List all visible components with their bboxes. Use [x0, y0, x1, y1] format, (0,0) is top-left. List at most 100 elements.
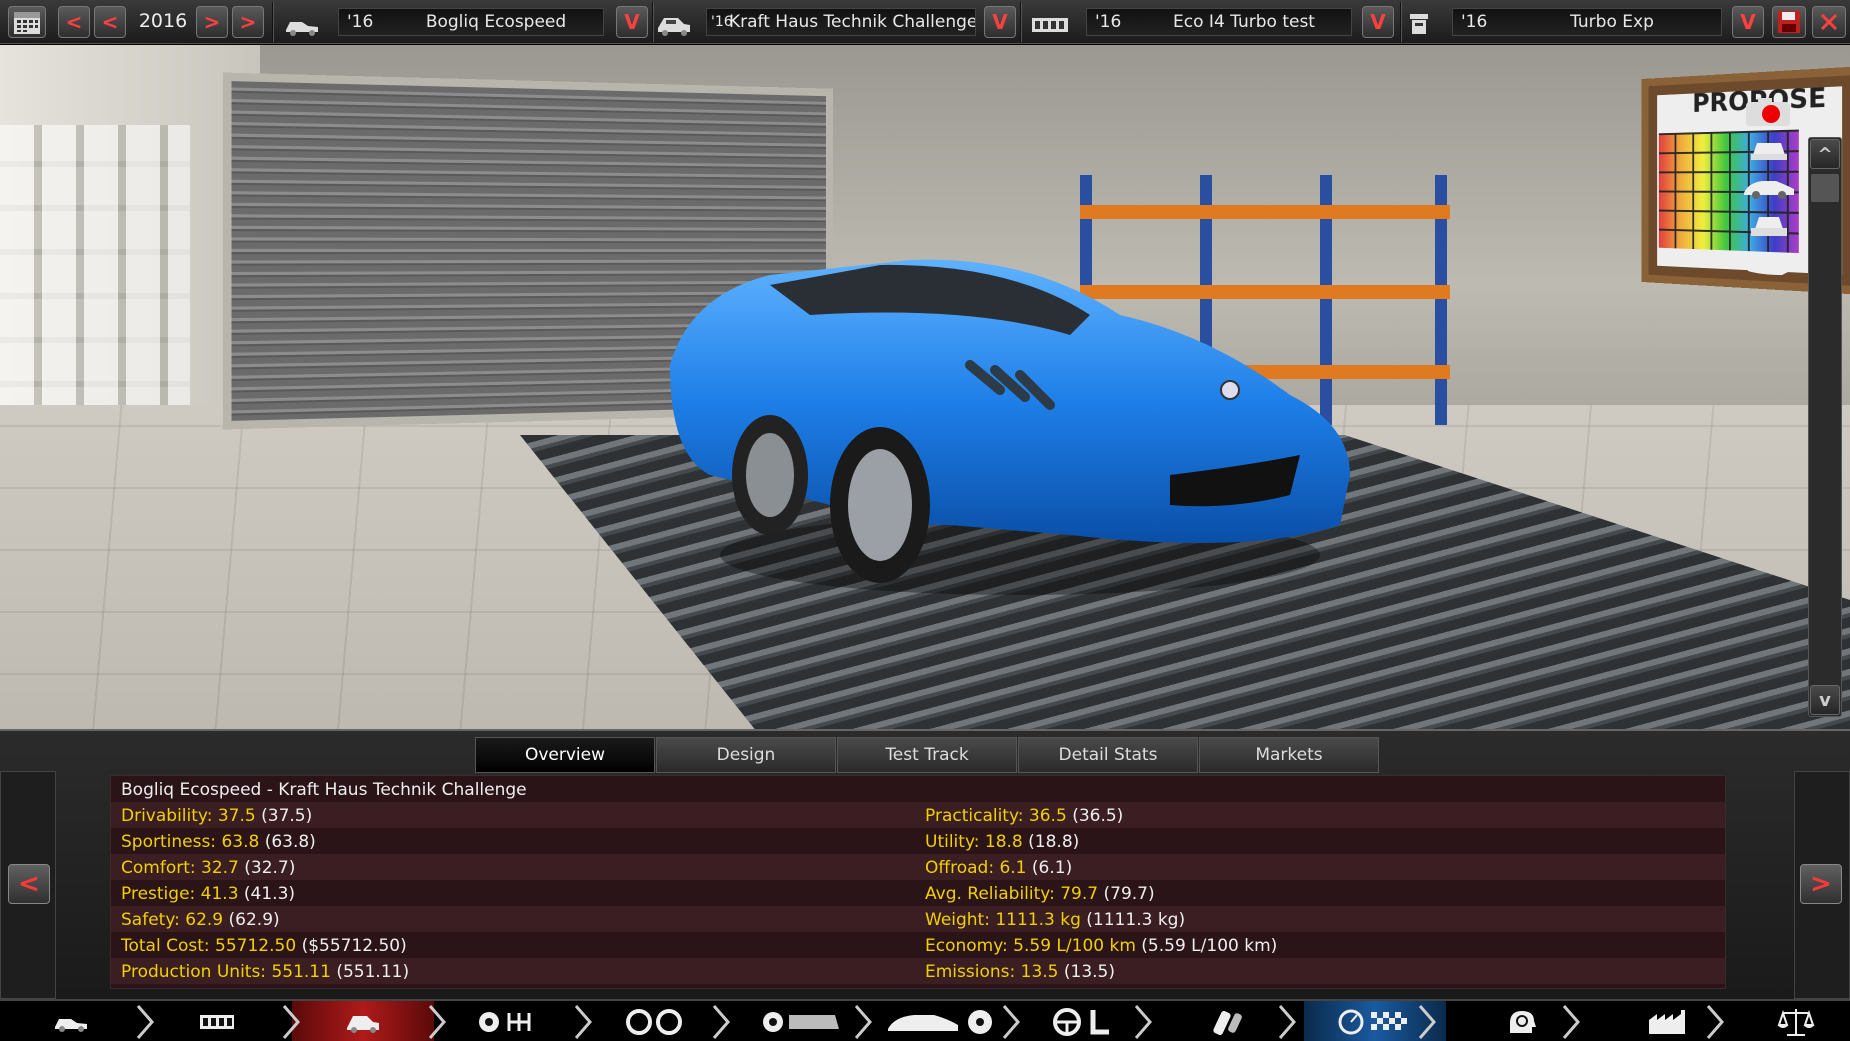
- engine-variant-icon: [1410, 14, 1428, 34]
- scroll-thumb[interactable]: [1811, 174, 1839, 202]
- nav-body[interactable]: [730, 1001, 872, 1041]
- engine-dropdown-button[interactable]: V: [1362, 6, 1394, 38]
- chevron-right-icon: [282, 1005, 300, 1039]
- trim-name: Kraft Haus Technik Challenge: [729, 12, 975, 32]
- trim-year: '16: [711, 14, 733, 30]
- chevron-right-icon: [854, 1005, 872, 1039]
- car-side-view-icon: [1744, 181, 1794, 199]
- nav-interior[interactable]: [1012, 1001, 1154, 1041]
- nav-drivetrain[interactable]: [438, 1001, 580, 1041]
- chevron-right-icon: [1002, 1005, 1020, 1039]
- car-model-icon: [55, 1019, 87, 1032]
- close-button[interactable]: [1812, 6, 1846, 38]
- engine-variant-year: '16: [1461, 12, 1488, 32]
- nav-trim[interactable]: [292, 1001, 434, 1041]
- model-year: '16: [347, 12, 374, 32]
- chassis-icon: [200, 1015, 234, 1029]
- previous-car-button[interactable]: <: [8, 864, 50, 904]
- body-icon: [763, 1012, 839, 1032]
- stats-panel: Overview Design Test Track Detail Stats …: [0, 729, 1850, 999]
- stat-weight: Weight: 1111.3 kg (1111.3 kg): [925, 910, 1186, 930]
- factory-icon: [1649, 1010, 1685, 1034]
- drivetrain-icon: [479, 1012, 531, 1032]
- tab-detail-stats[interactable]: Detail Stats: [1018, 737, 1198, 773]
- stat-row: [111, 802, 1725, 828]
- tab-test-track[interactable]: Test Track: [837, 737, 1017, 773]
- balance-icon: [1777, 1009, 1815, 1036]
- year-back-far-button[interactable]: <: [58, 6, 90, 38]
- year-back-button[interactable]: <: [94, 6, 126, 38]
- year-display: 2016: [138, 10, 188, 32]
- engine-year: '16: [1095, 12, 1122, 32]
- model-dropdown-button[interactable]: V: [616, 6, 648, 38]
- chevron-right-icon: [428, 1005, 446, 1039]
- stat-offroad: Offroad: 6.1 (6.1): [925, 858, 1073, 878]
- chevron-right-icon: [1562, 1005, 1580, 1039]
- view-rear-button[interactable]: [1740, 209, 1798, 243]
- car-rear-view-icon: [1751, 217, 1787, 236]
- trim-selector[interactable]: '16 Kraft Haus Technik Challenge: [706, 8, 976, 36]
- chevron-right-icon: [1706, 1005, 1724, 1039]
- view-side-button[interactable]: [1740, 171, 1798, 205]
- view-perspective-button[interactable]: [1740, 247, 1798, 281]
- testing-icon: [1338, 1009, 1407, 1035]
- panel-tabs: Overview Design Test Track Detail Stats …: [475, 737, 1380, 773]
- toolbar-divider: [272, 2, 274, 42]
- overview-stats: Bogliq Ecospeed - Kraft Haus Technik Cha…: [110, 775, 1726, 989]
- view-scrollbar[interactable]: ^ v: [1808, 137, 1842, 717]
- design-stage-nav: [0, 999, 1850, 1041]
- nav-balance[interactable]: [1742, 1001, 1850, 1041]
- engine-name: Eco I4 Turbo test: [1173, 12, 1315, 32]
- engine-variant-selector[interactable]: '16 Turbo Exp: [1452, 8, 1722, 36]
- stat-row: [111, 828, 1725, 854]
- stat-economy: Economy: 5.59 L/100 km (5.59 L/100 km): [925, 936, 1278, 956]
- chevron-right-icon: [712, 1005, 730, 1039]
- car-3d-viewport[interactable]: PROPOSE: [0, 45, 1850, 729]
- year-forward-far-button[interactable]: >: [232, 6, 264, 38]
- chevron-right-icon: [1278, 1005, 1296, 1039]
- stat-practicality: Practicality: 36.5 (36.5): [925, 806, 1124, 826]
- fuel-system-icon: [1213, 1010, 1242, 1036]
- engine-block-icon: [1032, 18, 1068, 32]
- nav-engine-cooling[interactable]: [868, 1001, 1010, 1041]
- stat-prestige: Prestige: 41.3 (41.3): [121, 884, 296, 904]
- car-front-view-icon: [1751, 143, 1787, 160]
- car-model-render: [670, 259, 1350, 595]
- save-button[interactable]: [1772, 6, 1806, 38]
- chevron-right-icon: [136, 1005, 154, 1039]
- stat-safety: Safety: 62.9 (62.9): [121, 910, 280, 930]
- nav-model[interactable]: [0, 1001, 142, 1041]
- camera-record-icon: [1746, 98, 1790, 126]
- next-car-button[interactable]: >: [1800, 864, 1842, 904]
- save-icon: [1778, 11, 1800, 33]
- view-front-button[interactable]: [1740, 133, 1798, 167]
- top-toolbar: < < 2016 > > '16 Bogliq Ecospeed V '16 K…: [0, 0, 1850, 44]
- year-forward-button[interactable]: >: [196, 6, 228, 38]
- scroll-up-button[interactable]: ^: [1810, 139, 1840, 169]
- scroll-down-button[interactable]: v: [1810, 685, 1840, 715]
- screenshot-button[interactable]: [1740, 95, 1798, 129]
- camera-tools: [1740, 95, 1810, 295]
- interior-icon: [1053, 1008, 1109, 1036]
- close-icon: [1820, 13, 1838, 31]
- engine-variant-name: Turbo Exp: [1570, 12, 1654, 32]
- chevron-right-icon: [1418, 1005, 1436, 1039]
- model-name: Bogliq Ecospeed: [425, 12, 567, 32]
- engine-selector[interactable]: '16 Eco I4 Turbo test: [1086, 8, 1352, 36]
- model-selector[interactable]: '16 Bogliq Ecospeed: [338, 8, 604, 36]
- trim-dropdown-button[interactable]: V: [984, 6, 1016, 38]
- engine-variant-dropdown-button[interactable]: V: [1732, 6, 1764, 38]
- chevron-right-icon: [1134, 1005, 1152, 1039]
- stat-drivability: Drivability: 37.5 (37.5): [121, 806, 313, 826]
- nav-chassis[interactable]: [146, 1001, 288, 1041]
- trim-icon: [347, 1016, 379, 1033]
- tab-design[interactable]: Design: [656, 737, 836, 773]
- tab-overview[interactable]: Overview: [475, 737, 655, 773]
- stat-comfort: Comfort: 32.7 (32.7): [121, 858, 296, 878]
- tab-markets[interactable]: Markets: [1199, 737, 1379, 773]
- car-model-icon: [286, 22, 318, 36]
- calendar-button[interactable]: [8, 6, 46, 38]
- stat-utility: Utility: 18.8 (18.8): [925, 832, 1080, 852]
- nav-suspension[interactable]: [584, 1001, 726, 1041]
- calendar-icon: [14, 12, 40, 34]
